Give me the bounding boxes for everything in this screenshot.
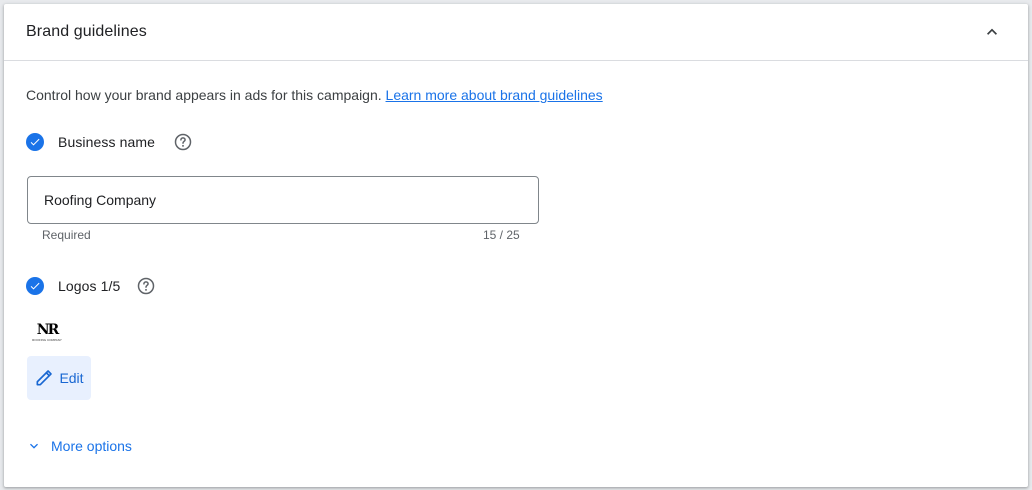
collapse-button[interactable]: [978, 18, 1006, 46]
checkmark-icon: [30, 138, 40, 146]
business-name-field[interactable]: [27, 176, 539, 224]
chevron-up-icon: [987, 28, 997, 35]
logo-mark: NR: [36, 322, 59, 338]
business-name-counter: 15 / 25: [483, 228, 520, 242]
card-header[interactable]: Brand guidelines: [4, 4, 1028, 61]
edit-label: Edit: [59, 370, 84, 386]
help-icon: [174, 133, 192, 151]
more-options-label: More options: [51, 438, 132, 454]
learn-more-link[interactable]: Learn more about brand guidelines: [386, 87, 603, 103]
logos-label: Logos 1/5: [58, 278, 121, 294]
business-name-row: Business name: [26, 132, 193, 152]
logos-help[interactable]: [136, 276, 156, 296]
more-options-button[interactable]: More options: [26, 438, 132, 454]
description-text: Control how your brand appears in ads fo…: [26, 87, 386, 103]
business-name-input[interactable]: [44, 192, 522, 208]
business-name-help[interactable]: [173, 132, 193, 152]
chevron-down-icon: [30, 443, 38, 449]
edit-logos-button[interactable]: Edit: [27, 356, 91, 400]
business-name-hint: Required: [42, 228, 91, 242]
logos-checkbox[interactable]: [26, 277, 44, 295]
brand-logo: NR ROOFING COMPANY: [32, 322, 62, 346]
description: Control how your brand appears in ads fo…: [26, 87, 603, 103]
business-name-checkbox[interactable]: [26, 133, 44, 151]
help-icon: [138, 277, 155, 295]
card-title: Brand guidelines: [26, 23, 147, 40]
logo-subtext: ROOFING COMPANY: [32, 338, 62, 342]
logos-row: Logos 1/5: [26, 276, 156, 296]
checkmark-icon: [30, 282, 40, 290]
business-name-label: Business name: [58, 134, 156, 150]
pencil-icon: [36, 370, 53, 386]
brand-guidelines-card: Brand guidelines Control how your brand …: [4, 4, 1028, 487]
